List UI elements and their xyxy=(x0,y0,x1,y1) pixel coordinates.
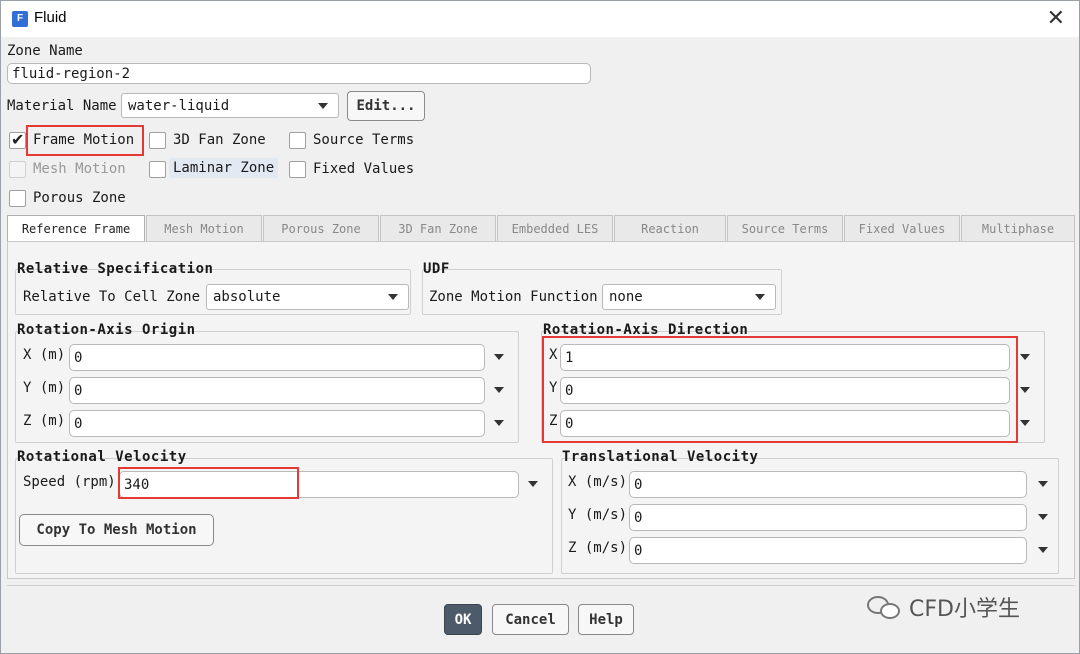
udf-title: UDF xyxy=(423,261,450,277)
app-icon: F xyxy=(12,11,28,27)
watermark-text: CFD小学生 xyxy=(909,597,1020,622)
zone-motion-function-select[interactable]: none xyxy=(602,284,776,310)
source-terms-checkbox[interactable] xyxy=(289,132,306,149)
origin-z-input[interactable]: 0 xyxy=(69,410,485,437)
zone-motion-function-label: Zone Motion Function xyxy=(429,289,598,305)
origin-x-label: X (m) xyxy=(23,347,66,363)
cancel-button[interactable]: Cancel xyxy=(492,604,569,635)
tab-bar: Reference Frame Mesh Motion Porous Zone … xyxy=(7,215,1075,242)
direction-y-label: Y xyxy=(549,380,558,396)
tab-3d-fan-zone[interactable]: 3D Fan Zone xyxy=(380,215,496,241)
origin-x-dropdown-icon[interactable] xyxy=(494,354,504,360)
direction-y-dropdown-icon[interactable] xyxy=(1020,387,1030,393)
direction-x-dropdown-icon[interactable] xyxy=(1020,354,1030,360)
axis-direction-title: Rotation-Axis Direction xyxy=(543,322,749,338)
origin-y-dropdown-icon[interactable] xyxy=(494,387,504,393)
trans-x-label: X (m/s) xyxy=(568,474,628,490)
tab-reference-frame[interactable]: Reference Frame xyxy=(7,215,145,242)
title-bar: F Fluid ✕ xyxy=(1,1,1079,37)
trans-x-dropdown-icon[interactable] xyxy=(1038,481,1048,487)
direction-z-input[interactable]: 0 xyxy=(560,410,1010,437)
direction-x-input[interactable]: 1 xyxy=(560,344,1010,371)
wechat-icon xyxy=(867,594,903,620)
tab-mesh-motion[interactable]: Mesh Motion xyxy=(146,215,262,241)
origin-y-label: Y (m) xyxy=(23,380,66,396)
tab-porous-zone[interactable]: Porous Zone xyxy=(263,215,379,241)
trans-x-input[interactable]: 0 xyxy=(629,471,1027,498)
porous-zone-label: Porous Zone xyxy=(33,190,126,206)
window-title: Fluid xyxy=(34,9,67,26)
frame-motion-checkbox[interactable]: ✔ xyxy=(9,130,26,149)
watermark: CFD小学生 xyxy=(867,591,1020,623)
speed-rpm-dropdown-icon[interactable] xyxy=(528,481,538,487)
trans-z-input[interactable]: 0 xyxy=(629,537,1027,564)
trans-y-input[interactable]: 0 xyxy=(629,504,1027,531)
speed-rpm-input[interactable]: 340 xyxy=(119,471,519,498)
trans-z-dropdown-icon[interactable] xyxy=(1038,547,1048,553)
tab-embedded-les[interactable]: Embedded LES xyxy=(497,215,613,241)
tab-source-terms[interactable]: Source Terms xyxy=(727,215,843,241)
trans-y-label: Y (m/s) xyxy=(568,507,628,523)
checkmark-icon: ✔ xyxy=(11,130,25,149)
tab-reaction[interactable]: Reaction xyxy=(614,215,726,241)
frame-motion-label: Frame Motion xyxy=(33,132,135,148)
fluid-dialog: F Fluid ✕ Zone Name fluid-region-2 Mater… xyxy=(0,0,1080,654)
rotational-velocity-title: Rotational Velocity xyxy=(17,449,187,465)
material-name-label: Material Name xyxy=(7,98,117,114)
material-select[interactable]: water-liquid xyxy=(121,93,339,118)
direction-z-label: Z xyxy=(549,413,558,429)
help-button[interactable]: Help xyxy=(578,604,634,635)
fan-zone-3d-label: 3D Fan Zone xyxy=(173,132,266,148)
zone-name-input[interactable]: fluid-region-2 xyxy=(7,63,591,84)
porous-zone-checkbox[interactable] xyxy=(9,190,26,207)
relative-cell-zone-select[interactable]: absolute xyxy=(206,284,409,310)
tab-fixed-values[interactable]: Fixed Values xyxy=(844,215,960,241)
ok-button[interactable]: OK xyxy=(444,604,482,635)
relative-cell-zone-label: Relative To Cell Zone xyxy=(23,289,201,305)
mesh-motion-checkbox xyxy=(9,161,26,178)
tab-multiphase[interactable]: Multiphase xyxy=(961,215,1075,241)
close-icon[interactable]: ✕ xyxy=(1047,5,1065,31)
copy-to-mesh-motion-button[interactable]: Copy To Mesh Motion xyxy=(19,514,214,546)
chevron-down-icon xyxy=(388,294,398,300)
chevron-down-icon xyxy=(755,294,765,300)
source-terms-label: Source Terms xyxy=(313,132,415,148)
material-select-value: water-liquid xyxy=(128,97,230,114)
fixed-values-label: Fixed Values xyxy=(313,161,415,177)
fixed-values-checkbox[interactable] xyxy=(289,161,306,178)
origin-y-input[interactable]: 0 xyxy=(69,377,485,404)
translational-velocity-title: Translational Velocity xyxy=(562,449,759,465)
origin-z-label: Z (m) xyxy=(23,413,66,429)
relative-cell-zone-value: absolute xyxy=(213,289,281,305)
origin-x-input[interactable]: 0 xyxy=(69,344,485,371)
direction-y-input[interactable]: 0 xyxy=(560,377,1010,404)
axis-origin-title: Rotation-Axis Origin xyxy=(17,322,196,338)
direction-z-dropdown-icon[interactable] xyxy=(1020,420,1030,426)
relative-spec-title: Relative Specification xyxy=(17,261,214,277)
origin-z-dropdown-icon[interactable] xyxy=(494,420,504,426)
chevron-down-icon xyxy=(318,102,328,109)
laminar-zone-checkbox[interactable] xyxy=(149,161,166,178)
footer-separator xyxy=(7,585,1075,586)
edit-material-button[interactable]: Edit... xyxy=(347,91,425,121)
speed-rpm-label: Speed (rpm) xyxy=(23,474,116,490)
mesh-motion-label: Mesh Motion xyxy=(33,161,126,177)
zone-name-label: Zone Name xyxy=(7,43,83,59)
trans-z-label: Z (m/s) xyxy=(568,540,628,556)
fan-zone-3d-checkbox[interactable] xyxy=(149,132,166,149)
trans-y-dropdown-icon[interactable] xyxy=(1038,514,1048,520)
direction-x-label: X xyxy=(549,347,558,363)
zone-motion-function-value: none xyxy=(609,289,643,305)
laminar-zone-label: Laminar Zone xyxy=(169,158,279,178)
